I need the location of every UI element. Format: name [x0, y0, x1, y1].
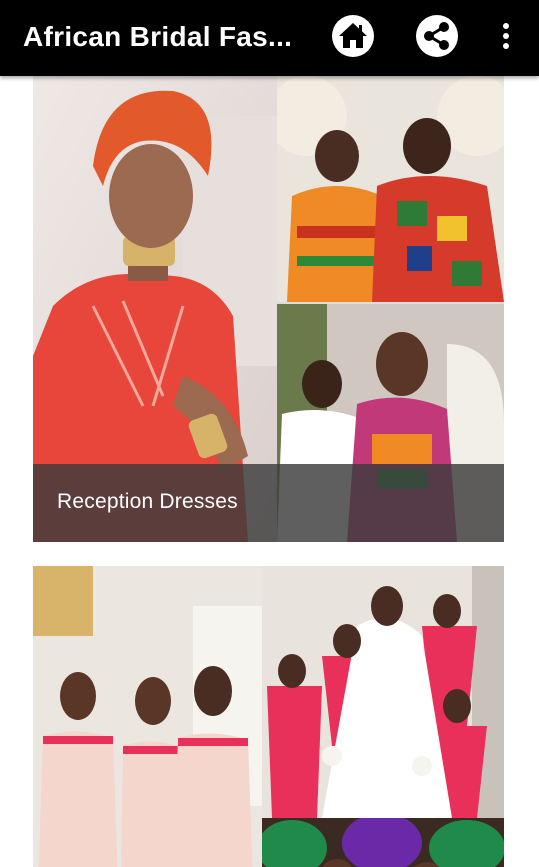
more-vert-icon — [503, 23, 509, 49]
gele-headwraps-photo — [262, 818, 504, 867]
card-caption: Reception Dresses — [33, 464, 504, 542]
home-icon — [332, 15, 374, 57]
category-card-reception-dresses[interactable]: Reception Dresses — [33, 76, 504, 542]
overflow-menu-button[interactable] — [482, 12, 530, 60]
share-icon — [416, 15, 458, 57]
category-card-bridesmaids[interactable] — [33, 566, 504, 867]
app-title: African Bridal Fas... — [23, 21, 293, 52]
kente-couple-photo — [277, 76, 504, 302]
share-button[interactable] — [413, 12, 461, 60]
bridesmaids-photo — [33, 566, 262, 867]
app-bar: African Bridal Fas... — [0, 0, 539, 76]
bridal-party-pink-photo — [262, 566, 504, 818]
home-button[interactable] — [329, 12, 377, 60]
category-list[interactable]: Reception Dresses — [0, 76, 539, 867]
card-caption-label: Reception Dresses — [57, 490, 238, 513]
